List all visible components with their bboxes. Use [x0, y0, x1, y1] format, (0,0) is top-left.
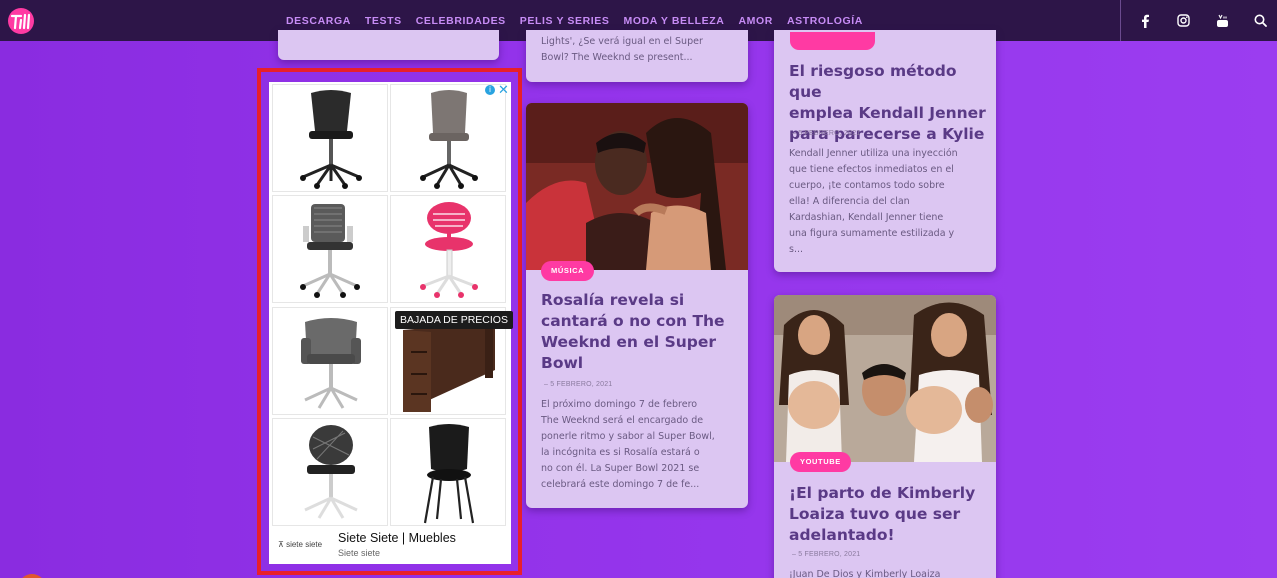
category-badge-musica[interactable]: MÚSICA — [541, 261, 595, 281]
excerpt-line: ella! A diferencia del clan — [789, 196, 910, 207]
ad-brand-logo: ⊼ siete siete — [278, 540, 323, 549]
excerpt-line: s... — [789, 244, 804, 255]
ad-product-chair-black[interactable] — [272, 84, 388, 192]
title-line[interactable]: cantará o no con The — [541, 311, 741, 332]
title-line[interactable]: Weeknd en el Super — [541, 332, 741, 353]
excerpt-line: celebrará este domingo 7 de fe... — [541, 479, 700, 490]
ad-product-armchair-grey[interactable] — [272, 307, 388, 415]
title-line[interactable]: emplea Kendall Jenner — [789, 103, 989, 124]
site-logo[interactable] — [5, 6, 39, 36]
ad-price-tag: BAJADA DE PRECIOS — [395, 311, 513, 329]
excerpt-line: Bowl? The Weeknd se present... — [541, 52, 693, 63]
youtube-icon[interactable] — [1211, 0, 1233, 41]
nav-moda-y-belleza[interactable]: MODA Y BELLEZA — [624, 15, 725, 27]
article-title-kimberly[interactable]: ¡El parto de Kimberly Loaiza tuvo que se… — [789, 483, 994, 546]
title-line[interactable]: Loaiza tuvo que ser — [789, 504, 994, 525]
excerpt-line: El próximo domingo 7 de febrero — [541, 399, 698, 410]
ad-title[interactable]: Siete Siete | Muebles — [338, 531, 456, 545]
title-line[interactable]: ¡El parto de Kimberly — [789, 483, 994, 504]
article-image-rosalia[interactable] — [526, 103, 748, 270]
excerpt-line: una figura sumamente estilizada y — [789, 228, 955, 239]
excerpt-line: no con él. La Super Bowl 2021 se — [541, 463, 700, 474]
article-excerpt-rosalia: El próximo domingo 7 de febrero The Week… — [541, 397, 746, 493]
category-badge-youtube[interactable]: YOUTUBE — [790, 452, 851, 472]
excerpt-line: Lights', ¿Se verá igual en el Super — [541, 36, 703, 47]
title-line[interactable]: Rosalía revela si — [541, 290, 741, 311]
ad-brand-logo-text: siete siete — [286, 540, 323, 549]
nav-divider — [1120, 0, 1121, 41]
nav-pelis-y-series[interactable]: PELIS Y SERIES — [520, 15, 610, 27]
facebook-icon[interactable] — [1134, 0, 1156, 41]
article-title-rosalia[interactable]: Rosalía revela si cantará o no con The W… — [541, 290, 741, 374]
nav-tests[interactable]: TESTS — [365, 15, 402, 27]
floating-action-button[interactable] — [18, 574, 46, 578]
article-image-kimberly[interactable] — [774, 295, 996, 462]
article-excerpt-kimberly: ¡Juan De Dios y Kimberly Loaiza — [789, 567, 994, 578]
excerpt-line: ¡Juan De Dios y Kimberly Loaiza — [789, 569, 941, 578]
title-line[interactable]: adelantado! — [789, 525, 994, 546]
excerpt-line: Kardashian, Kendall Jenner tiene — [789, 212, 944, 223]
excerpt-line: Kendall Jenner utiliza una inyección — [789, 148, 958, 159]
ad-product-chair-grey[interactable] — [390, 84, 506, 192]
article-excerpt: Lights', ¿Se verá igual en el Super Bowl… — [541, 34, 741, 68]
nav-amor[interactable]: AMOR — [738, 15, 772, 27]
ad-close-icon[interactable]: ✕ — [498, 83, 509, 96]
nav-celebridades[interactable]: CELEBRIDADES — [416, 15, 506, 27]
ad-product-chair-mesh[interactable] — [272, 195, 388, 303]
ad-info-icon[interactable]: i — [485, 85, 495, 95]
instagram-icon[interactable] — [1172, 0, 1194, 41]
ad-product-chair-black-legs[interactable] — [390, 418, 506, 526]
ad-subtitle: Siete siete — [338, 548, 381, 558]
nav-astrologia[interactable]: ASTROLOGÍA — [787, 15, 863, 27]
article-date: – 5 FEBRERO, 2021 — [544, 381, 613, 388]
excerpt-line: que tiene efectos inmediatos en el — [789, 164, 954, 175]
ad-product-chair-pink[interactable] — [390, 195, 506, 303]
article-date: – 5 FEBRERO, 2021 — [792, 551, 861, 558]
excerpt-line: cuerpo, ¡te contamos todo sobre — [789, 180, 945, 191]
excerpt-line: The Weeknd será el encargado de — [541, 415, 704, 426]
article-excerpt-kendall: Kendall Jenner utiliza una inyección que… — [789, 146, 994, 258]
excerpt-line: ponerle ritmo y sabor al Super Bowl, — [541, 431, 715, 442]
excerpt-line: la incógnita es si Rosalía estará o — [541, 447, 700, 458]
title-line[interactable]: El riesgoso método que — [789, 61, 989, 103]
category-badge[interactable] — [790, 32, 875, 50]
search-icon[interactable] — [1249, 0, 1271, 41]
article-date: – 5 FEBRERO, 2021 — [792, 130, 861, 137]
nav-descarga[interactable]: DESCARGA — [286, 15, 351, 27]
article-card-stub[interactable] — [278, 30, 499, 60]
ad-product-chair-mesh-white[interactable] — [272, 418, 388, 526]
title-line[interactable]: Bowl — [541, 353, 741, 374]
